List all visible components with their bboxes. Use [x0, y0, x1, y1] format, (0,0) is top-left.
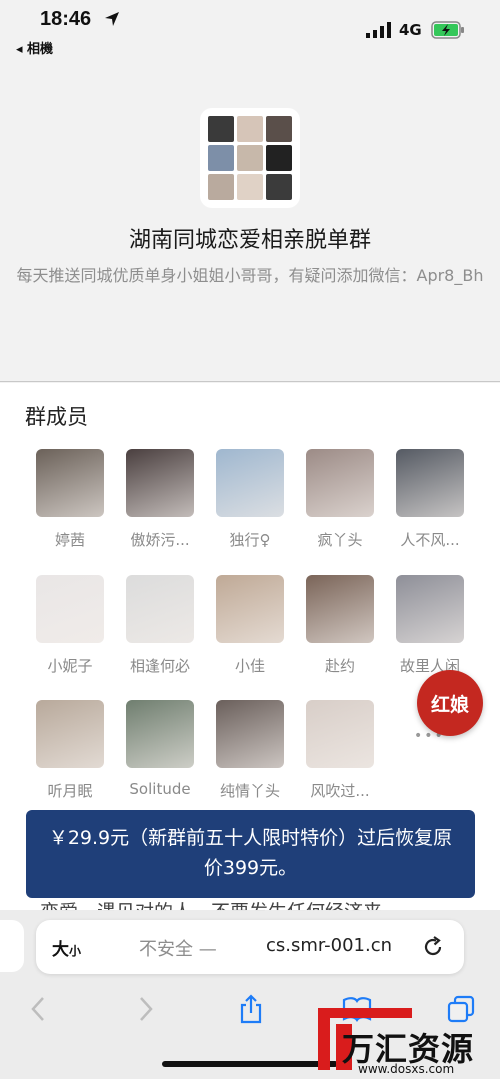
partially-hidden-text: 恋爱，遇见对的人，不要发生任何经济来 [40, 897, 382, 911]
member-name: 风吹过... [310, 782, 370, 800]
member-avatar [306, 700, 374, 768]
member-avatar [306, 449, 374, 517]
group-description: 每天推送同城优质单身小姐姐小哥哥，有疑问添加微信：Apr8_Bh [16, 266, 484, 285]
status-time: 18:46 [40, 8, 92, 30]
member-item[interactable]: 疯丫头 [295, 449, 385, 550]
watermark-url: www.dosxs.com [358, 1062, 455, 1076]
member-name: Solitude [129, 780, 191, 798]
text-size-large-label: 大 [52, 940, 69, 960]
member-item[interactable]: 独行♀ [205, 449, 295, 550]
group-title: 湖南同城恋爱相亲脱单群 [128, 228, 371, 253]
member-avatar [36, 575, 104, 643]
member-name: 人不风... [400, 531, 460, 549]
member-avatar [396, 449, 464, 517]
url-domain: cs.smr-001.cn [266, 935, 393, 956]
member-name: 纯情丫头 [219, 782, 280, 800]
group-avatar-tile [208, 145, 234, 171]
previous-tab-preview[interactable] [0, 920, 24, 972]
member-name: 听月眠 [47, 782, 93, 800]
price-banner[interactable]: ￥29.9元（新群前五十人限时特价）过后恢复原价399元。 [26, 810, 475, 898]
member-item[interactable]: 小妮子 [25, 575, 115, 676]
member-avatar [216, 449, 284, 517]
matchmaker-badge-button[interactable]: 红娘 [417, 670, 483, 736]
member-item[interactable]: 傲娇污... [115, 449, 205, 550]
member-avatar [216, 575, 284, 643]
watermark-logo: 万汇资源网 www.dosxs.com [312, 1004, 500, 1079]
share-icon[interactable] [236, 994, 266, 1024]
member-item[interactable]: 人不风... [385, 449, 475, 550]
member-name: 相逢何必 [129, 657, 190, 675]
location-arrow-icon [105, 12, 119, 26]
member-name: 傲娇污... [130, 531, 190, 549]
insecure-label: 不安全 — [139, 939, 217, 960]
member-item[interactable]: 赴约 [295, 575, 385, 676]
member-item[interactable]: 相逢何必 [115, 575, 205, 676]
member-item[interactable]: 小佳 [205, 575, 295, 676]
cellular-signal-icon [366, 22, 391, 38]
group-avatar-tile [208, 174, 234, 200]
text-size-small-label: 小 [69, 944, 82, 958]
member-item[interactable]: 婷茜 [25, 449, 115, 550]
back-arrow-icon[interactable] [24, 994, 54, 1024]
members-label: 群成员 [25, 405, 88, 429]
member-avatar [126, 449, 194, 517]
member-item[interactable]: 故里人闲 [385, 575, 475, 676]
member-avatar [126, 575, 194, 643]
group-avatar-tile [237, 174, 263, 200]
group-avatar [200, 108, 300, 208]
battery-charging-icon [431, 21, 464, 39]
group-avatar-tile [266, 174, 292, 200]
member-avatar [36, 700, 104, 768]
status-bar: 18:46 ◂ 相機 4G [0, 0, 500, 62]
member-item[interactable]: 风吹过... [295, 700, 385, 801]
address-bar[interactable]: 大小 不安全 — cs.smr-001.cn [36, 920, 464, 974]
member-avatar [306, 575, 374, 643]
member-avatar [396, 575, 464, 643]
member-item[interactable]: 纯情丫头 [205, 700, 295, 801]
member-name: 小妮子 [47, 657, 93, 675]
group-avatar-tile [237, 145, 263, 171]
member-avatar [216, 700, 284, 768]
network-type: 4G [399, 21, 422, 39]
member-avatar [126, 700, 194, 768]
forward-arrow-icon[interactable] [130, 994, 160, 1024]
member-name: 婷茜 [54, 531, 85, 549]
member-name: 小佳 [234, 657, 265, 675]
member-avatar [36, 449, 104, 517]
group-avatar-tile [237, 116, 263, 142]
reload-icon[interactable] [421, 935, 445, 959]
group-avatar-tile [208, 116, 234, 142]
group-avatar-tile [266, 116, 292, 142]
member-name: 独行♀ [229, 531, 271, 549]
member-item[interactable]: 听月眠 [25, 700, 115, 801]
back-to-app-link[interactable]: ◂ 相機 [16, 38, 53, 57]
group-header: 湖南同城恋爱相亲脱单群 每天推送同城优质单身小姐姐小哥哥，有疑问添加微信：Apr… [0, 62, 500, 382]
member-item[interactable]: Solitude [115, 700, 205, 798]
member-name: 疯丫头 [317, 531, 363, 549]
member-name: 赴约 [324, 657, 355, 675]
group-avatar-tile [266, 145, 292, 171]
text-size-button[interactable]: 大小 [52, 935, 81, 960]
